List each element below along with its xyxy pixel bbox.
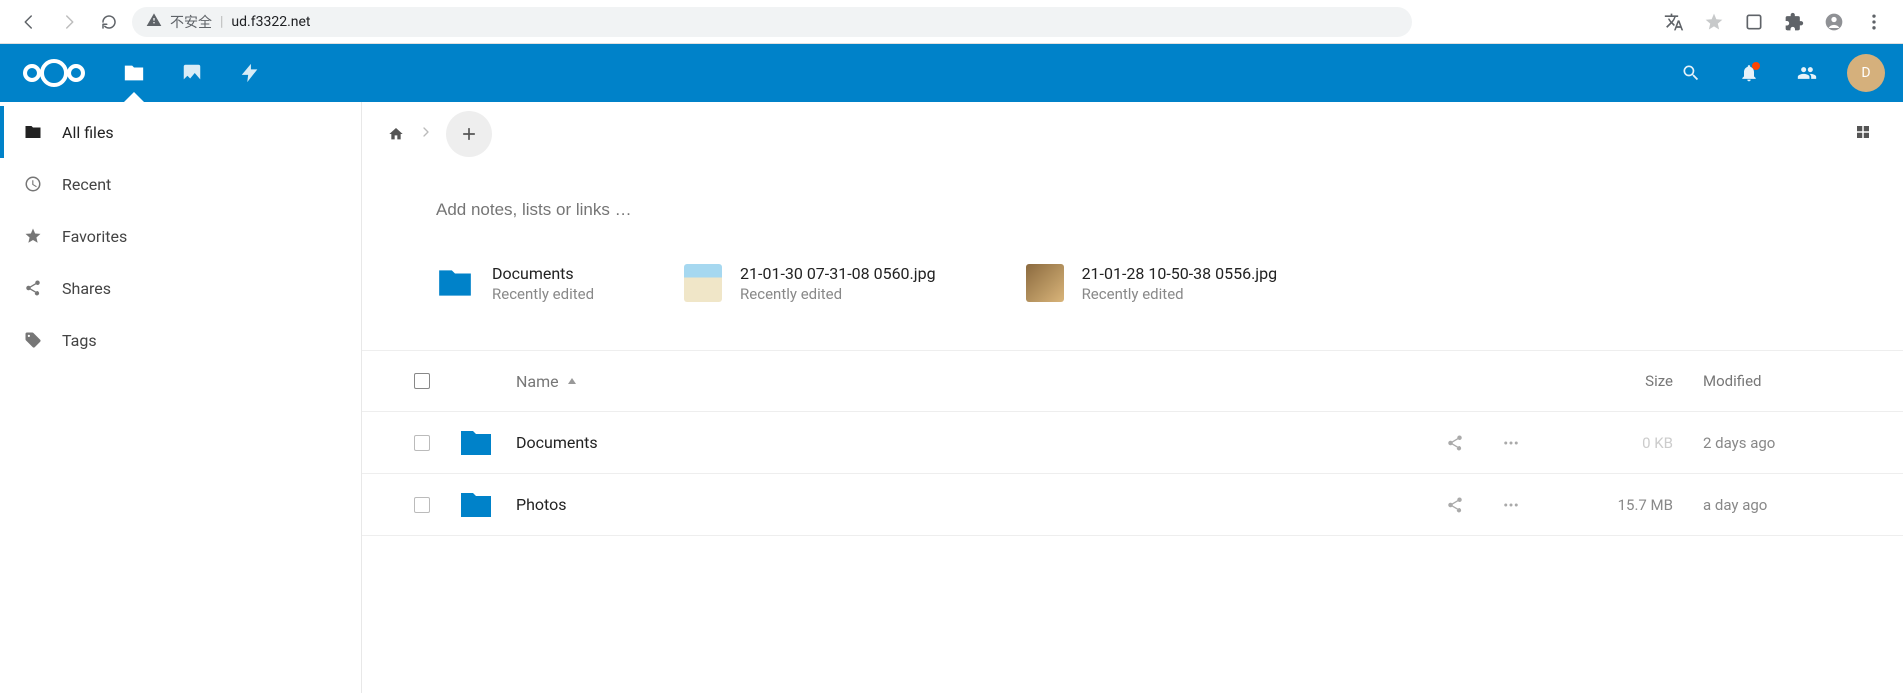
share-button[interactable]: [1444, 494, 1466, 516]
bookmark-star-icon[interactable]: [1697, 5, 1731, 39]
sidebar-item-label: Favorites: [62, 227, 127, 246]
browser-forward-button[interactable]: [52, 5, 86, 39]
search-icon: [1681, 63, 1701, 83]
lightning-icon: [239, 62, 261, 84]
nav-tab-photos[interactable]: [166, 44, 218, 102]
folder-icon: [24, 123, 42, 141]
address-url: ud.f3322.net: [231, 14, 310, 30]
new-button[interactable]: [446, 111, 492, 157]
recent-item-title: 21-01-28 10-50-38 0556.jpg: [1082, 264, 1278, 283]
security-label: 不安全: [170, 12, 212, 32]
plus-icon: [459, 124, 479, 144]
app-logo[interactable]: [18, 55, 90, 91]
column-header-size[interactable]: Size: [1553, 372, 1703, 390]
grid-icon: [1854, 123, 1872, 141]
profile-icon[interactable]: [1817, 5, 1851, 39]
browser-menu-icon[interactable]: [1857, 5, 1891, 39]
view-toggle-button[interactable]: [1849, 118, 1877, 146]
file-name: Documents: [516, 433, 1413, 452]
row-checkbox[interactable]: [414, 435, 430, 451]
file-modified: 2 days ago: [1703, 434, 1903, 452]
recent-items: Documents Recently edited 21-01-30 07-31…: [436, 264, 1903, 306]
column-header-name[interactable]: Name: [516, 372, 1413, 391]
reading-list-icon[interactable]: [1737, 5, 1771, 39]
image-thumbnail: [684, 264, 722, 302]
table-row[interactable]: Photos 15.7 MB a day ago: [362, 474, 1903, 536]
app-header: D: [0, 44, 1903, 102]
translate-icon[interactable]: [1657, 5, 1691, 39]
notes-input[interactable]: [436, 200, 836, 220]
sidebar-item-label: Tags: [62, 331, 97, 350]
share-button[interactable]: [1444, 432, 1466, 454]
column-header-modified[interactable]: Modified: [1703, 372, 1903, 390]
folder-icon: [436, 264, 474, 306]
recent-item-image-2[interactable]: 21-01-28 10-50-38 0556.jpg Recently edit…: [1026, 264, 1278, 306]
app-nav-tabs: [108, 44, 276, 102]
browser-back-button[interactable]: [12, 5, 46, 39]
browser-chrome-bar: 不安全 | ud.f3322.net: [0, 0, 1903, 44]
row-checkbox[interactable]: [414, 497, 430, 513]
browser-reload-button[interactable]: [92, 5, 126, 39]
breadcrumb-separator: [418, 124, 434, 144]
recent-item-title: 21-01-30 07-31-08 0560.jpg: [740, 264, 936, 283]
search-button[interactable]: [1673, 55, 1709, 91]
file-table: Name Size Modified Documents 0 KB 2 days…: [362, 350, 1903, 536]
star-icon: [24, 227, 42, 245]
clock-icon: [24, 175, 42, 193]
table-row[interactable]: Documents 0 KB 2 days ago: [362, 412, 1903, 474]
sidebar-item-label: All files: [62, 123, 114, 142]
table-header: Name Size Modified: [362, 350, 1903, 412]
folder-icon: [123, 62, 145, 84]
sidebar-item-all-files[interactable]: All files: [0, 106, 361, 158]
sidebar: All files Recent Favorites Shares Tags: [0, 102, 362, 693]
sidebar-item-label: Shares: [62, 279, 111, 298]
notifications-button[interactable]: [1731, 55, 1767, 91]
select-all-checkbox[interactable]: [414, 373, 430, 389]
more-actions-button[interactable]: [1500, 494, 1522, 516]
sidebar-item-shares[interactable]: Shares: [0, 262, 361, 314]
nav-tab-activity[interactable]: [224, 44, 276, 102]
sidebar-item-tags[interactable]: Tags: [0, 314, 361, 366]
extensions-icon[interactable]: [1777, 5, 1811, 39]
folder-icon: [458, 425, 516, 461]
tag-icon: [24, 331, 42, 349]
chevron-right-icon: [418, 124, 434, 140]
notification-dot: [1752, 62, 1760, 70]
home-icon: [388, 126, 404, 142]
file-size: 15.7 MB: [1553, 496, 1703, 514]
image-thumbnail: [1026, 264, 1064, 302]
share-icon: [24, 279, 42, 297]
insecure-icon: [146, 12, 162, 32]
contacts-button[interactable]: [1789, 55, 1825, 91]
recent-item-image-1[interactable]: 21-01-30 07-31-08 0560.jpg Recently edit…: [684, 264, 936, 306]
file-name: Photos: [516, 495, 1413, 514]
recent-item-documents[interactable]: Documents Recently edited: [436, 264, 594, 306]
more-actions-button[interactable]: [1500, 432, 1522, 454]
recent-item-subtitle: Recently edited: [1082, 285, 1278, 303]
file-size: 0 KB: [1553, 434, 1703, 452]
breadcrumb-home[interactable]: [382, 120, 410, 148]
user-avatar[interactable]: D: [1847, 54, 1885, 92]
image-icon: [181, 62, 203, 84]
sidebar-item-recent[interactable]: Recent: [0, 158, 361, 210]
header-right: D: [1673, 54, 1885, 92]
file-modified: a day ago: [1703, 496, 1903, 514]
nav-tab-files[interactable]: [108, 44, 160, 102]
breadcrumb-bar: [362, 102, 1903, 166]
avatar-initial: D: [1861, 65, 1870, 81]
sort-asc-icon: [567, 376, 577, 386]
contacts-icon: [1797, 63, 1817, 83]
recent-item-subtitle: Recently edited: [740, 285, 936, 303]
main-content: Documents Recently edited 21-01-30 07-31…: [362, 102, 1903, 693]
sidebar-item-label: Recent: [62, 175, 111, 194]
recent-item-title: Documents: [492, 264, 594, 283]
folder-icon: [458, 487, 516, 523]
recent-item-subtitle: Recently edited: [492, 285, 594, 303]
browser-address-bar[interactable]: 不安全 | ud.f3322.net: [132, 7, 1412, 37]
sidebar-item-favorites[interactable]: Favorites: [0, 210, 361, 262]
